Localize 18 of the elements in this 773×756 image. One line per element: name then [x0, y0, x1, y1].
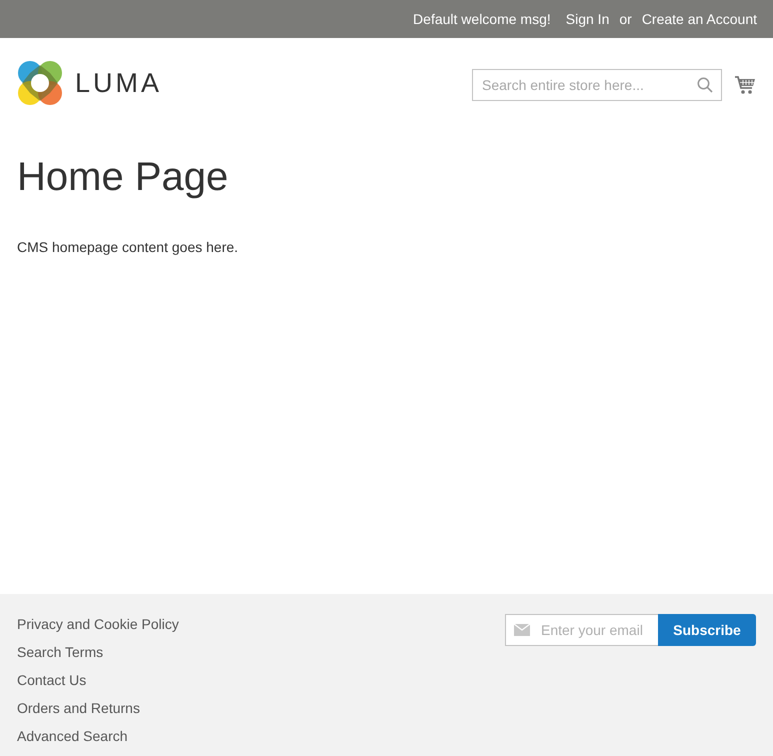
search-icon[interactable]: [697, 77, 713, 93]
subscribe-button[interactable]: Subscribe: [658, 614, 756, 646]
logo-icon[interactable]: [17, 60, 63, 106]
footer-link[interactable]: Advanced Search: [17, 722, 128, 750]
sign-in-link[interactable]: Sign In: [566, 11, 610, 27]
create-account-link[interactable]: Create an Account: [642, 11, 757, 27]
logo-text[interactable]: LUMA: [75, 68, 162, 98]
footer-link[interactable]: Search Terms: [17, 638, 104, 666]
email-field[interactable]: Enter your email: [505, 614, 658, 646]
welcome-message: Default welcome msg!: [413, 11, 551, 27]
content-text: CMS homepage content goes here.: [17, 239, 240, 255]
cart-icon[interactable]: [734, 74, 756, 96]
page-title: Home Page: [17, 155, 230, 199]
footer-link[interactable]: Orders and Returns: [17, 694, 140, 722]
separator-text: or: [619, 11, 632, 27]
footer-link[interactable]: Privacy and Cookie Policy: [17, 610, 179, 638]
footer-link[interactable]: Contact Us: [17, 666, 86, 694]
search-field[interactable]: Search entire store here...: [472, 69, 722, 101]
